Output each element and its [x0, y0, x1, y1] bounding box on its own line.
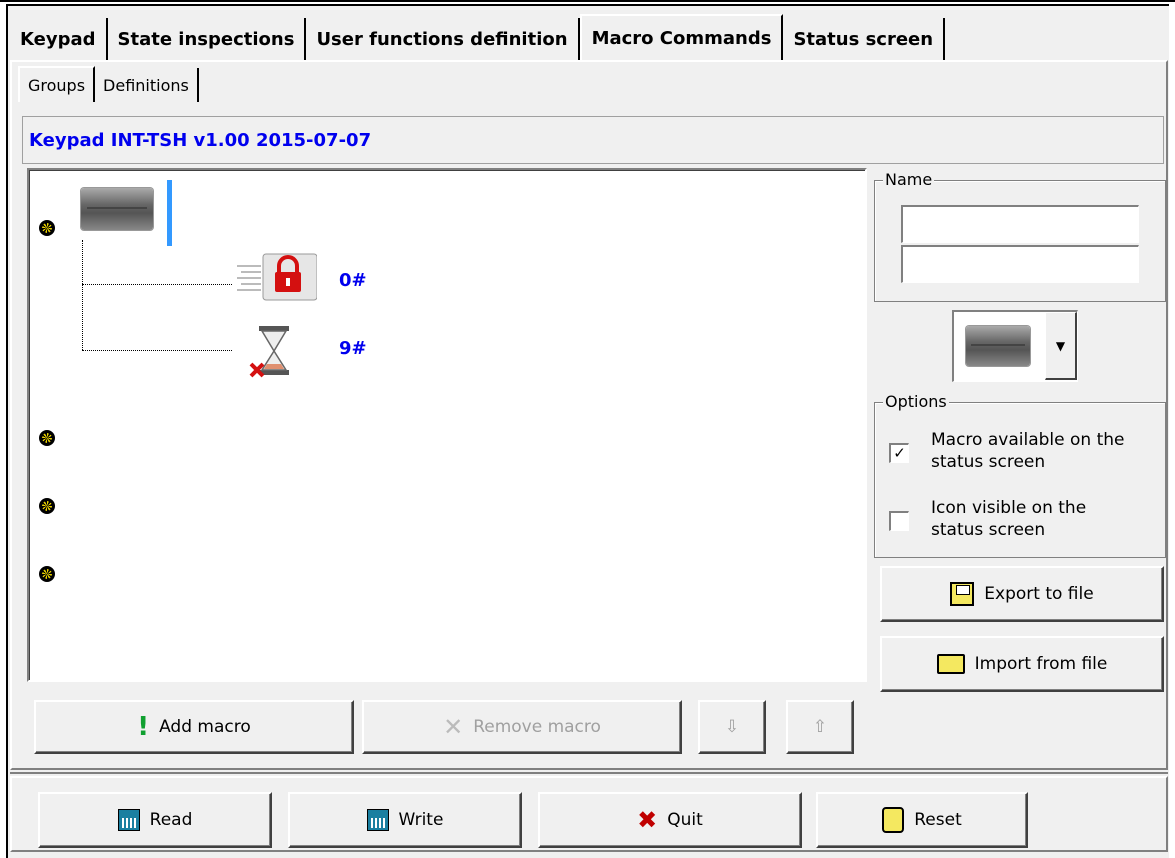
macro-available-label: Macro available on the status screen — [931, 429, 1124, 473]
import-button[interactable]: Import from file — [880, 636, 1164, 692]
folder-open-icon — [936, 654, 965, 674]
hourglass-icon[interactable] — [249, 324, 293, 378]
chevron-down-icon: ▼ — [1055, 338, 1066, 353]
icon-visible-checkbox[interactable] — [889, 511, 909, 531]
quit-button[interactable]: ✖ Quit — [538, 792, 802, 848]
tab-label: Keypad — [20, 28, 96, 50]
group-node-icon[interactable] — [39, 498, 55, 514]
write-icon — [366, 809, 389, 831]
button-label: Quit — [667, 810, 703, 830]
button-label: Write — [398, 810, 444, 830]
tab-user-functions[interactable]: User functions definition — [306, 18, 580, 60]
tab-label: Groups — [28, 75, 86, 95]
sub-tabs: Groups Definitions — [18, 66, 199, 102]
label-line: status screen — [931, 520, 1046, 540]
main-tabs: Keypad State inspections User functions … — [10, 14, 946, 60]
tab-definitions[interactable]: Definitions — [95, 68, 199, 102]
button-label: Remove macro — [473, 717, 601, 737]
move-down-button[interactable]: ⇩ — [698, 700, 766, 754]
remove-icon: ✕ — [443, 713, 464, 741]
floppy-icon — [950, 582, 975, 606]
remove-macro-button[interactable]: ✕ Remove macro — [362, 700, 682, 754]
button-label: Import from file — [974, 654, 1108, 674]
label-line: Icon visible on the — [931, 498, 1087, 518]
add-macro-button[interactable]: ! Add macro — [34, 700, 354, 754]
tab-label: Definitions — [103, 75, 189, 95]
tab-label: State inspections — [117, 28, 295, 50]
exclamation-icon: ! — [137, 712, 150, 742]
macro-label[interactable]: 9# — [339, 338, 367, 359]
label-line: status screen — [931, 452, 1046, 472]
options-group: Options ✓ Macro available on the status … — [874, 392, 1166, 558]
arrow-up-icon: ⇧ — [812, 717, 828, 737]
label-line: Macro available on the — [931, 430, 1125, 450]
button-label: Add macro — [159, 717, 251, 737]
group-node-icon[interactable] — [39, 220, 55, 236]
options-label: Options — [883, 392, 949, 411]
macro-tree[interactable]: 0# 9# — [27, 168, 867, 682]
write-button[interactable]: Write — [288, 792, 522, 848]
tree-line — [82, 350, 232, 351]
tab-status-screen[interactable]: Status screen — [783, 18, 946, 60]
icon-visible-label: Icon visible on the status screen — [931, 497, 1086, 541]
tab-label: User functions definition — [316, 28, 568, 50]
name-field-line2[interactable] — [901, 245, 1139, 283]
tab-state-inspections[interactable]: State inspections — [108, 18, 307, 60]
tree-line — [82, 284, 232, 285]
macro-label[interactable]: 0# — [339, 270, 367, 291]
tab-label: Status screen — [793, 28, 934, 50]
macro-available-checkbox[interactable]: ✓ — [889, 443, 909, 463]
text-cursor — [167, 180, 172, 246]
button-label: Export to file — [984, 584, 1094, 604]
keypad-icon — [966, 326, 1030, 366]
tab-groups[interactable]: Groups — [18, 66, 96, 102]
tree-line — [82, 240, 83, 350]
button-label: Read — [149, 810, 193, 830]
tab-keypad[interactable]: Keypad — [10, 18, 108, 60]
button-label: Reset — [914, 810, 962, 830]
name-group-label: Name — [883, 170, 935, 189]
reset-button[interactable]: Reset — [816, 792, 1028, 848]
top-border — [0, 0, 1175, 2]
icon-select[interactable]: ▼ — [952, 310, 1078, 382]
tab-label: Macro Commands — [591, 27, 772, 49]
arrow-down-icon: ⇩ — [724, 717, 740, 737]
keypad-info: Keypad INT-TSH v1.00 2015-07-07 — [22, 116, 1164, 164]
move-up-button[interactable]: ⇧ — [786, 700, 854, 754]
export-button[interactable]: Export to file — [880, 566, 1164, 622]
group-node-icon[interactable] — [39, 430, 55, 446]
reset-icon — [882, 807, 905, 833]
dropdown-button[interactable]: ▼ — [1045, 312, 1077, 380]
read-button[interactable]: Read — [38, 792, 272, 848]
name-group: Name — [874, 170, 1166, 302]
lock-icon[interactable] — [235, 252, 318, 301]
name-field-line1[interactable] — [901, 205, 1139, 243]
keypad-icon[interactable] — [81, 188, 153, 230]
group-node-icon[interactable] — [39, 566, 55, 582]
read-icon — [117, 809, 140, 831]
tab-macro-commands[interactable]: Macro Commands — [579, 14, 784, 60]
divider — [10, 772, 1168, 774]
close-icon: ✖ — [637, 806, 658, 834]
